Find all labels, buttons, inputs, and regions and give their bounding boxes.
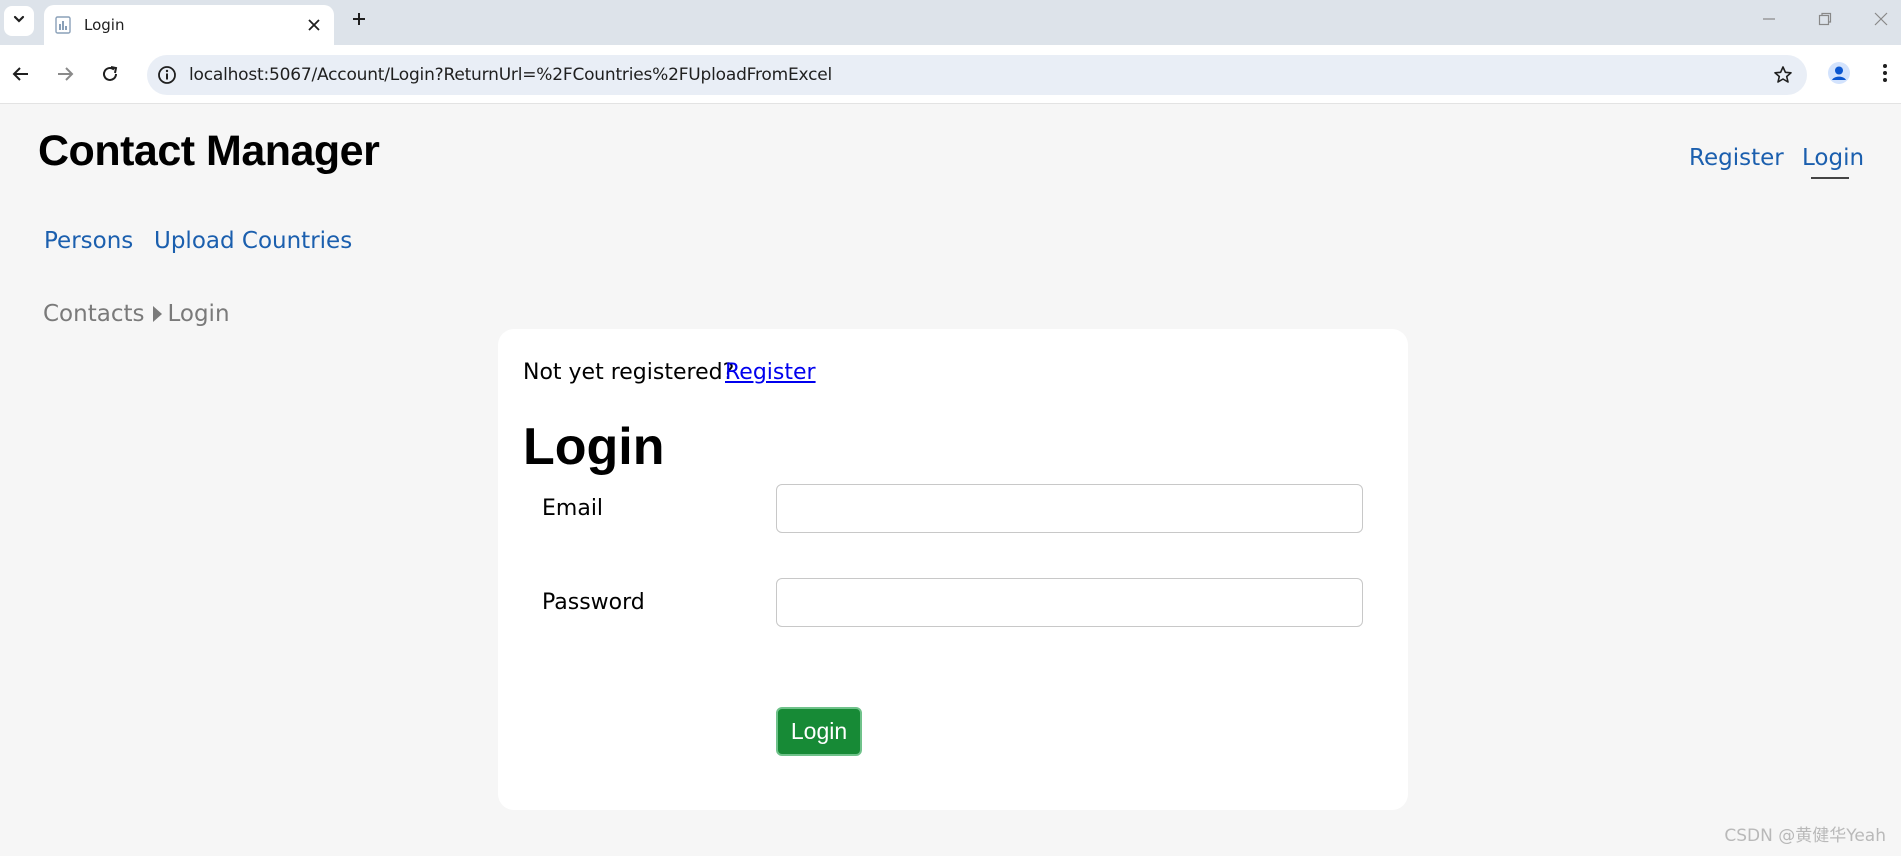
kebab-menu-icon bbox=[1882, 63, 1888, 88]
login-card: Not yet registered? Register Login Email… bbox=[498, 329, 1408, 810]
star-icon[interactable] bbox=[1771, 63, 1795, 87]
breadcrumb: Contacts Login bbox=[43, 301, 230, 327]
browser-tab-login[interactable]: Login bbox=[44, 5, 334, 45]
card-register-link[interactable]: Register bbox=[725, 360, 816, 385]
caret-right-icon bbox=[153, 306, 163, 322]
chevron-down-icon bbox=[12, 12, 26, 31]
reload-button[interactable] bbox=[94, 60, 126, 92]
reload-icon bbox=[101, 65, 119, 88]
close-icon[interactable] bbox=[302, 13, 326, 37]
email-label: Email bbox=[542, 496, 604, 521]
restore-button[interactable] bbox=[1805, 6, 1845, 36]
app-title: Contact Manager bbox=[38, 127, 380, 175]
new-tab-button[interactable] bbox=[344, 6, 374, 36]
nav-upload-countries-link[interactable]: Upload Countries bbox=[154, 228, 352, 254]
tab-title: Login bbox=[84, 16, 125, 34]
minimize-icon bbox=[1762, 12, 1776, 31]
plus-icon bbox=[351, 11, 367, 32]
browser-toolbar: localhost:5067/Account/Login?ReturnUrl=%… bbox=[0, 45, 1901, 104]
forward-button[interactable] bbox=[49, 60, 81, 92]
active-link-underline bbox=[1811, 177, 1849, 179]
breadcrumb-item-contacts[interactable]: Contacts bbox=[43, 301, 144, 327]
back-button[interactable] bbox=[5, 60, 37, 92]
profile-button[interactable] bbox=[1824, 60, 1854, 90]
restore-icon bbox=[1818, 12, 1832, 31]
password-field[interactable] bbox=[776, 578, 1363, 627]
browser-tab-strip: Login bbox=[0, 0, 1901, 45]
back-arrow-icon bbox=[12, 65, 30, 88]
password-label: Password bbox=[542, 590, 645, 615]
register-prompt: Not yet registered? bbox=[523, 360, 735, 385]
address-bar[interactable]: localhost:5067/Account/Login?ReturnUrl=%… bbox=[147, 55, 1807, 95]
url-text: localhost:5067/Account/Login?ReturnUrl=%… bbox=[189, 65, 833, 85]
minimize-button[interactable] bbox=[1749, 6, 1789, 36]
watermark-text: CSDN @黄健华Yeah bbox=[1724, 826, 1886, 846]
forward-arrow-icon bbox=[56, 65, 74, 88]
browser-menu-button[interactable] bbox=[1870, 60, 1900, 90]
window-close-button[interactable] bbox=[1861, 6, 1901, 36]
header-login-link[interactable]: Login bbox=[1802, 145, 1864, 171]
login-submit-button[interactable]: Login bbox=[776, 707, 862, 756]
profile-icon bbox=[1827, 61, 1851, 90]
site-info-icon[interactable] bbox=[155, 63, 179, 87]
window-close-icon bbox=[1874, 12, 1888, 31]
header-register-link[interactable]: Register bbox=[1689, 145, 1784, 171]
favicon-icon bbox=[54, 16, 72, 34]
page-content: Contact Manager Register Login Persons U… bbox=[0, 105, 1901, 856]
login-heading: Login bbox=[523, 418, 665, 476]
email-field[interactable] bbox=[776, 484, 1363, 533]
nav-persons-link[interactable]: Persons bbox=[44, 228, 133, 254]
tab-search-button[interactable] bbox=[4, 6, 34, 36]
breadcrumb-item-login: Login bbox=[167, 301, 230, 327]
